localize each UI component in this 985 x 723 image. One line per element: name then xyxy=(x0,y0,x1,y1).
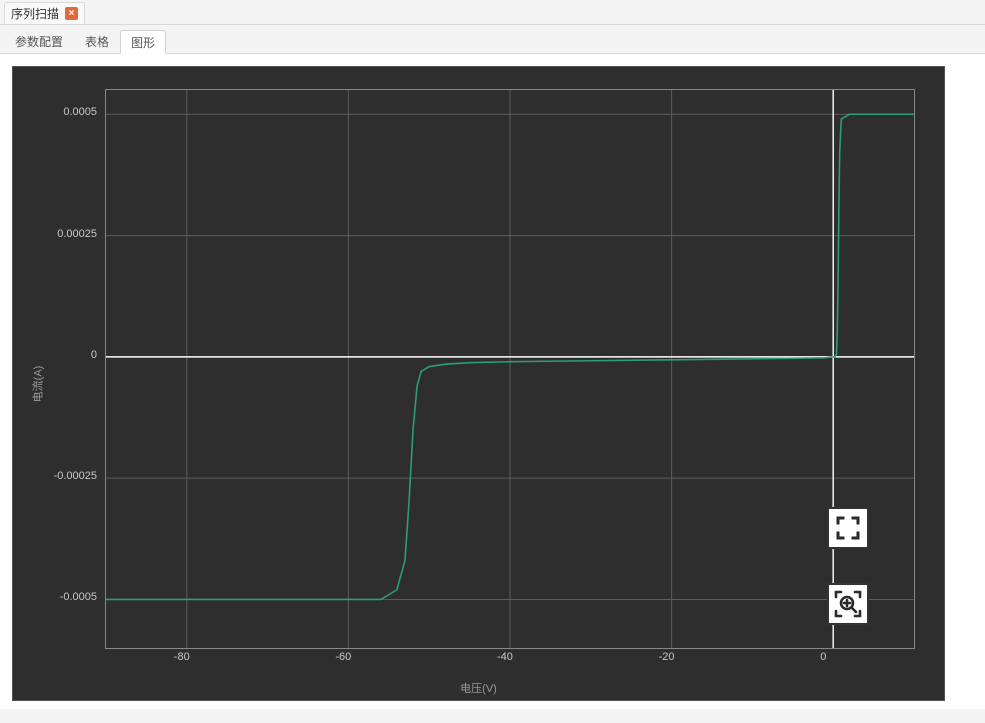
tab-chart[interactable]: 图形 xyxy=(120,30,166,54)
zoom-in-icon xyxy=(833,589,863,619)
y-tick-label: -0.0005 xyxy=(37,591,97,603)
x-tick-label: -20 xyxy=(659,651,675,663)
plot-area[interactable] xyxy=(105,89,915,649)
chart-panel: 电流(A) 电压(V) -80 -60 -40 -20 0 -0.0005 -0.00025… xyxy=(0,54,985,709)
y-axis-label: 电流(A) xyxy=(29,365,45,402)
x-tick-label: -60 xyxy=(335,651,351,663)
chart-outer: 电流(A) 电压(V) -80 -60 -40 -20 0 -0.0005 -0.00025… xyxy=(12,66,945,701)
x-tick-label: -80 xyxy=(174,651,190,663)
window-tab-title: 序列扫描 xyxy=(11,5,59,22)
zoom-in-button[interactable] xyxy=(827,583,869,625)
window-tab-bar: 序列扫描 × xyxy=(0,0,985,25)
close-icon[interactable]: × xyxy=(65,7,78,20)
x-tick-label: 0 xyxy=(820,651,826,663)
window-tab-sequence-scan[interactable]: 序列扫描 × xyxy=(4,2,85,24)
y-tick-label: 0.0005 xyxy=(37,106,97,118)
y-tick-label: 0 xyxy=(37,349,97,361)
expand-corners-icon xyxy=(835,515,861,541)
x-tick-label: -40 xyxy=(497,651,513,663)
x-axis-label: 电压(V) xyxy=(460,680,497,696)
y-tick-label: -0.00025 xyxy=(37,470,97,482)
fit-view-button[interactable] xyxy=(827,507,869,549)
tab-params[interactable]: 参数配置 xyxy=(4,29,74,53)
chart-svg xyxy=(106,90,914,648)
y-tick-label: 0.00025 xyxy=(37,228,97,240)
inner-tab-bar: 参数配置 表格 图形 xyxy=(0,25,985,54)
tab-table[interactable]: 表格 xyxy=(74,29,120,53)
